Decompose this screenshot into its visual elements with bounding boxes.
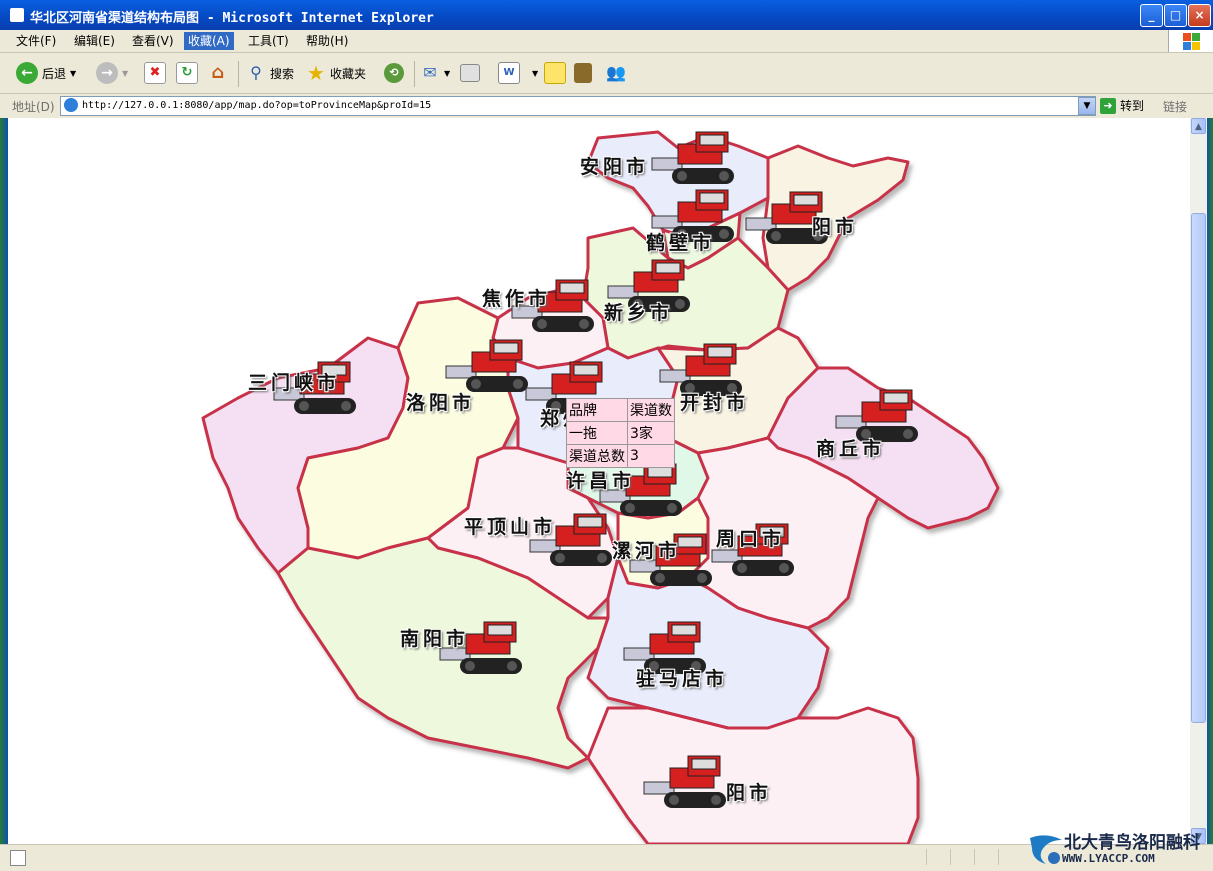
page-content: 安阳市 阳市 鹤壁市 焦作市 新乡市 三门峡市 洛阳市 郑州市 开封市 商丘市 … [8,118,1190,844]
right-window-border [1206,118,1213,844]
address-dropdown-icon[interactable]: ▼ [1078,97,1096,115]
city-label-shangqiu[interactable]: 商丘市 [816,434,885,461]
tooltip-header-brand: 品牌 [566,398,628,422]
scroll-up-icon[interactable]: ▲ [1191,118,1206,134]
city-label-luohe[interactable]: 漯河市 [612,536,681,563]
forward-button[interactable]: → ▼ [96,60,128,86]
print-icon[interactable] [460,64,480,82]
favorites-button[interactable]: ★ 收藏夹 [306,60,366,86]
messenger-icon[interactable]: 👥 [606,63,626,83]
back-dropdown-icon[interactable]: ▼ [70,69,76,78]
address-label: 地址(D) [12,100,55,114]
go-button[interactable]: ➜ 转到 [1100,97,1144,114]
menu-view[interactable]: 查看(V) [128,32,178,50]
watermark-text: 北大青鸟洛阳融科 [1064,833,1200,853]
left-window-border [0,118,8,844]
city-label-hebi[interactable]: 鹤壁市 [646,228,715,255]
forward-dropdown-icon[interactable]: ▼ [122,69,128,78]
tooltip-total-row: 渠道总数 3 [566,444,675,468]
city-label-xinxiang[interactable]: 新乡市 [604,298,673,325]
status-page-icon [10,850,26,866]
page-icon [64,98,78,112]
home-icon[interactable]: ⌂ [208,63,228,83]
tooltip-header-channels: 渠道数 [627,398,675,422]
maximize-button[interactable]: □ [1164,4,1187,27]
edit-dropdown-icon[interactable]: ▼ [532,69,538,78]
city-label-zhoukou[interactable]: 周口市 [716,524,785,551]
windows-logo-icon [1168,30,1213,52]
mail-icon[interactable]: ✉ [420,63,440,83]
favorites-label: 收藏夹 [330,66,367,81]
refresh-icon[interactable]: ↻ [176,62,198,84]
tractor-marker[interactable] [640,754,732,814]
title-bar: 华北区河南省渠道结构布局图 - Microsoft Internet Explo… [0,0,1213,30]
menu-edit[interactable]: 编辑(E) [70,32,119,50]
bird-logo-icon [1030,835,1062,864]
city-label-xinyang[interactable]: 阳市 [726,778,772,805]
city-label-pingdingshan[interactable]: 平顶山市 [464,512,556,539]
tooltip-total-value: 3 [627,444,675,468]
go-arrow-icon: ➜ [1100,97,1116,114]
city-label-xuchang[interactable]: 许昌市 [566,466,635,493]
favorites-star-icon: ★ [307,61,325,85]
city-label-kaifeng[interactable]: 开封市 [680,388,749,415]
city-label-luoyang[interactable]: 洛阳市 [406,388,475,415]
back-arrow-icon: ← [16,62,38,84]
back-label: 后退 [42,66,67,81]
tooltip-channel-count: 3家 [627,421,675,445]
region-xinyang[interactable] [586,706,920,844]
toolbar: ← 后退 ▼ → ▼ ✖ ↻ ⌂ ⚲ 搜索 ★ 收藏夹 ⟲ ✉ ▼ W ▼ 👥 [0,53,1213,94]
tooltip-total-label: 渠道总数 [566,444,628,468]
links-button[interactable]: 链接 [1163,98,1187,115]
search-label: 搜索 [270,66,295,81]
watermark-logo: 北大青鸟洛阳融科 WWW.LYACCP.COM [1028,826,1213,870]
address-url: http://127.0.0.1:8080/app/map.do?op=toPr… [82,100,432,111]
city-label-anyang[interactable]: 安阳市 [580,152,649,179]
window-title: 华北区河南省渠道结构布局图 - Microsoft Internet Explo… [30,11,434,26]
address-bar: 地址(D) http://127.0.0.1:8080/app/map.do?o… [0,94,1213,119]
menu-file[interactable]: 文件(F) [12,32,60,50]
tooltip-row: 一拖 3家 [566,421,675,445]
vertical-scrollbar[interactable]: ▲ ▼ [1190,118,1207,844]
city-label-puyang[interactable]: 阳市 [812,212,858,239]
city-label-zhumadian[interactable]: 驻马店市 [636,664,728,691]
menu-favorites[interactable]: 收藏(A) [184,32,234,50]
ie-page-icon [10,8,24,22]
watermark-url: WWW.LYACCP.COM [1062,852,1155,865]
scroll-thumb[interactable] [1191,213,1206,723]
city-label-sanmenxia[interactable]: 三门峡市 [248,368,340,395]
research-icon[interactable] [574,63,592,83]
city-label-nanyang[interactable]: 南阳市 [400,624,469,651]
menu-tools[interactable]: 工具(T) [244,32,293,50]
close-button[interactable]: × [1188,4,1211,27]
forward-arrow-icon: → [96,62,118,84]
city-label-jiaozuo[interactable]: 焦作市 [482,284,551,311]
search-icon: ⚲ [250,63,262,82]
search-button[interactable]: ⚲ 搜索 [246,60,294,86]
stop-icon[interactable]: ✖ [144,62,166,84]
channel-tooltip: 品牌 渠道数 一拖 3家 渠道总数 3 [566,398,675,468]
mail-dropdown-icon[interactable]: ▼ [444,69,450,78]
tractor-marker[interactable] [648,130,740,190]
tooltip-header-row: 品牌 渠道数 [566,398,675,422]
go-label: 转到 [1120,99,1145,113]
address-input[interactable]: http://127.0.0.1:8080/app/map.do?op=toPr… [60,96,1096,116]
discuss-note-icon[interactable] [544,62,566,84]
edit-word-icon[interactable]: W [498,62,520,84]
back-button[interactable]: ← 后退 ▼ [16,60,76,86]
menu-bar: 文件(F) 编辑(E) 查看(V) 收藏(A) 工具(T) 帮助(H) [0,30,1213,53]
history-icon[interactable]: ⟲ [384,63,404,83]
tooltip-brand: 一拖 [566,421,628,445]
menu-help[interactable]: 帮助(H) [302,32,352,50]
minimize-button[interactable]: _ [1140,4,1163,27]
